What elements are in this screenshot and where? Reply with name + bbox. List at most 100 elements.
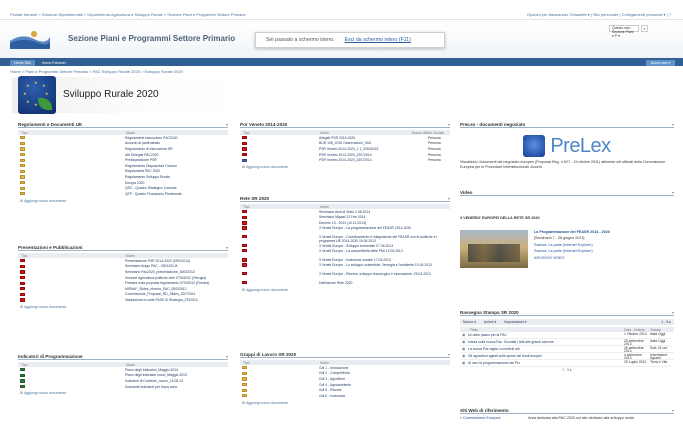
search-button[interactable]: ⌕	[641, 25, 648, 32]
document-row[interactable]: 3 Veneti Europe - Lo sviluppo sostenibil…	[240, 263, 450, 272]
press-row[interactable]: ▣ Al varo la programmazione dei Psr 29 Lug…	[460, 360, 674, 367]
press-title[interactable]: Al varo la programmazione dei Psr	[468, 361, 624, 365]
exit-fullscreen-link[interactable]: Esci da schermo intero (F11)	[345, 37, 411, 43]
document-name[interactable]: QFP - Quadro Finanziario Pluriennale	[125, 192, 228, 196]
press-row[interactable]: ▣ La nuova Pac taglia i contributi alti 26…	[460, 346, 674, 353]
document-name[interactable]: 3 Veneti Europe - Sviluppo territoriale …	[319, 244, 450, 248]
video-title-link[interactable]: La Programmazione del FEASR 2014 - 2020	[534, 230, 610, 235]
document-name[interactable]: Seminario Arago PAC - 0301431J4	[125, 264, 228, 268]
siti-link[interactable]: » Commissione Europea	[460, 416, 520, 421]
document-row[interactable]: 3 Veneti Europe - Coordinamento e integr…	[240, 234, 450, 243]
add-document-link[interactable]: ⊞Aggiungi nuovo documento	[18, 391, 228, 395]
document-name[interactable]: PSR Veneto 2014-2020_22072014	[319, 153, 428, 157]
settings-menu[interactable]: Impostazioni ▾	[504, 320, 526, 324]
press-title[interactable]: Intesa sulla nuova Pac. Scontati i tetti…	[468, 340, 624, 344]
document-name[interactable]: Valutazione ex-ante FASE III Strategia_2…	[125, 298, 228, 302]
document-name[interactable]: BUR 105_2015 Osservazioni_VAS	[319, 141, 428, 145]
document-name[interactable]: Europa 2020	[125, 181, 228, 185]
panel-menu-icon[interactable]: ▾	[448, 122, 450, 127]
document-name[interactable]: Finestra sulla proposta regolamento 0700…	[125, 281, 228, 285]
document-name[interactable]: Predisposizione PSR	[125, 158, 228, 162]
press-title[interactable]: Un altro passo per la PAC	[468, 333, 624, 337]
press-title[interactable]: La nuova Pac taglia i contributi alti	[468, 347, 624, 351]
document-name[interactable]: Regolamento Disposizioni Comuni	[125, 164, 228, 168]
site-actions-menu[interactable]: Azioni sito ▾	[645, 60, 675, 66]
add-document-link[interactable]: ⊞Aggiungi nuovo documento	[240, 288, 450, 292]
document-name[interactable]: 3 Veneti Europe - Ricerca, sviluppo tecn…	[319, 272, 450, 276]
document-row[interactable]: PSR Veneto 2014-2020_22072014 Persona	[240, 157, 450, 163]
document-name[interactable]: 3 Veneti Europe - Coordinamento e integr…	[319, 235, 450, 243]
actions-menu[interactable]: Azioni ▾	[484, 320, 496, 324]
add-document-link[interactable]: ⊞Aggiungi nuovo documento	[18, 305, 228, 309]
document-row[interactable]: Valutazione ex-ante FASE III Strategia_2…	[18, 297, 228, 303]
document-name[interactable]: Regolamenti esecuzione PAC2020	[125, 136, 228, 140]
site-title[interactable]: Sezione Piani e Programmi Settore Primar…	[68, 34, 235, 43]
document-name[interactable]: Atti Delegati PAC2020	[125, 153, 228, 157]
pager-top[interactable]: 1 - 5 ▸	[661, 320, 671, 324]
document-name[interactable]: Definizione Rete 2020	[319, 281, 450, 285]
add-document-link[interactable]: ⊞Aggiungi nuovo documento	[18, 199, 228, 203]
tab-home-sito[interactable]: Home Sito	[10, 60, 35, 66]
panel-menu-icon[interactable]: ▾	[672, 310, 674, 315]
document-name[interactable]: Gdl 1 - Innovazione	[319, 366, 450, 370]
panel-menu-icon[interactable]: ▾	[672, 190, 674, 195]
video-download-link-2[interactable]: Scarica: La parte (Internet Explorer)	[534, 249, 610, 254]
video-download-link-1[interactable]: Scarica: La parte (Internet Explorer)	[534, 243, 610, 248]
document-name[interactable]: Gdl 4 - Agroambiente	[319, 383, 450, 387]
tab-home-extranet[interactable]: Home Extranet	[38, 60, 70, 66]
document-name[interactable]: Seminario Aiuti di Stato 2.08.2014	[319, 210, 450, 214]
document-row[interactable]: Domande indicatori per focus area	[18, 384, 228, 390]
document-name[interactable]: Piano degli Indicatori_Maggio 2014	[125, 368, 228, 372]
press-row[interactable]: ▣ Gli agricoltori agitati sulle spese dei…	[460, 353, 674, 360]
document-name[interactable]: Sezione Agricoltura politiche oltre 0700…	[125, 276, 228, 280]
new-menu[interactable]: Nuovo ▾	[463, 320, 476, 324]
add-document-link[interactable]: ⊞Aggiungi nuovo documento	[240, 165, 450, 169]
pager[interactable]: 1 - 5 ▸	[460, 368, 674, 372]
document-name[interactable]: Gdl 2 - Competitività	[319, 371, 450, 375]
panel-menu-icon[interactable]: ▾	[448, 196, 450, 201]
document-name[interactable]: Accordo di partenariato	[125, 141, 228, 145]
document-name[interactable]: Gdl 6 - Inclusione	[319, 394, 450, 398]
panel-menu-icon[interactable]: ▾	[672, 122, 674, 127]
document-name[interactable]: Piano degli indicatori nuovi_Maggio 2015	[125, 373, 228, 377]
document-name[interactable]: Seminario Mipaaf 12 Feb 2014	[319, 215, 450, 219]
document-name[interactable]: Commissione_Proposal_RD_Slides_22072011	[125, 292, 228, 296]
video-thumbnail[interactable]	[460, 229, 528, 268]
panel-menu-icon[interactable]: ▾	[226, 354, 228, 359]
document-name[interactable]: Gdl 5 - Risorse	[319, 388, 450, 392]
document-row[interactable]: Definizione Rete 2020	[240, 280, 450, 286]
press-row[interactable]: ▣ Intesa sulla nuova Pac. Scontati i tett…	[460, 339, 674, 346]
panel-menu-icon[interactable]: ▾	[226, 245, 228, 250]
document-row[interactable]: 3 Veneti Europe - La competitività delle…	[240, 249, 450, 258]
document-row[interactable]: 3 Veneti Europe - Ricerca, sviluppo tecn…	[240, 271, 450, 280]
search-scope-select[interactable]: Questo sito: Sezione Piani e P ▾	[609, 25, 639, 38]
document-name[interactable]: Gdl 3 - Agrofiliere	[319, 377, 450, 381]
document-name[interactable]: Indicatori di Contesto_nuovo_15.05.13	[125, 379, 228, 383]
document-name[interactable]: Domande indicatori per focus area	[125, 385, 228, 389]
breadcrumb[interactable]: Home > Piani e Programmi Settore Primari…	[10, 69, 183, 74]
document-name[interactable]: 3 Veneti Europe - La programmazione del …	[319, 226, 450, 230]
video-archive-link[interactable]: ARCHIVIO VIDEO	[534, 256, 610, 261]
document-name[interactable]: Regolamenti PAC 2020	[125, 169, 228, 173]
panel-menu-icon[interactable]: ▾	[448, 352, 450, 357]
document-name[interactable]: 3 Veneti Europe - Inclusione sociale 17.…	[319, 258, 450, 262]
document-name[interactable]: Decreto 10 - 2013 (10.11.2013)	[319, 221, 450, 225]
document-name[interactable]: Presentazione PSR 2014-2020 (09012014)	[125, 259, 228, 263]
press-row[interactable]: ▣ Un altro passo per la PAC 1 Ottobre 2013…	[460, 332, 674, 339]
global-breadcrumb[interactable]: Portale Intranet > Strutture Dipartiment…	[10, 12, 246, 17]
document-name[interactable]: Allegati PSR 2014-2020	[319, 136, 428, 140]
document-name[interactable]: PSR Veneto 2014-2020_22072014	[319, 158, 428, 162]
document-name[interactable]: 3 Veneti Europe - Lo sviluppo sostenibil…	[319, 263, 450, 267]
document-name[interactable]: Seminario Pac2020_presentazione_30032012	[125, 270, 228, 274]
document-name[interactable]: Regolamento Sviluppo Rurale	[125, 175, 228, 179]
user-menu[interactable]: Opzioni per Alessandro Tomasetti ▾ | Sit…	[527, 12, 671, 17]
panel-menu-icon[interactable]: ▾	[226, 122, 228, 127]
prelex-logo[interactable]: PreLex	[460, 132, 674, 160]
document-name[interactable]: QSC - Quadro Strategico Comune	[125, 186, 228, 190]
document-name[interactable]: PSR Veneto 2014-2020_1.1_20042015	[319, 147, 428, 151]
press-title[interactable]: Gli agricoltori agitati sulle spese dei …	[468, 354, 624, 358]
document-name[interactable]: 3 Veneti Europe - La competitività delle…	[319, 249, 450, 253]
document-row[interactable]: 3 Veneti Europe - La programmazione del …	[240, 226, 450, 235]
document-row[interactable]: QFP - Quadro Finanziario Pluriennale	[18, 191, 228, 197]
panel-menu-icon[interactable]: ▾	[672, 408, 674, 413]
